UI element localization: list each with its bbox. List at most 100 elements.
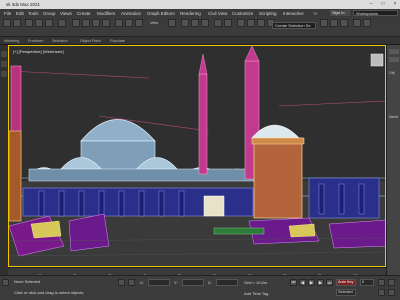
- unlink-icon[interactable]: [35, 19, 43, 27]
- prompt-line: Click or click-and-drag to select object…: [14, 290, 84, 295]
- perspective-viewport[interactable]: [+] [Perspective] [Wireframe]: [8, 45, 386, 267]
- ribbon-tab-populate[interactable]: Populate: [110, 39, 125, 43]
- menu-file[interactable]: File: [4, 11, 11, 16]
- ribbon-tab-object-paint[interactable]: Object Paint: [80, 39, 101, 43]
- selection-lock-icon[interactable]: [128, 279, 135, 286]
- maxscript-listener-icon[interactable]: [2, 279, 9, 286]
- menu-animation[interactable]: Animation: [121, 11, 141, 16]
- pivot-center-icon[interactable]: [168, 19, 176, 27]
- curve-editor-icon[interactable]: [247, 19, 255, 27]
- zoom-icon[interactable]: [378, 279, 385, 286]
- y-coordinate-label: Y:: [174, 280, 178, 285]
- menu-rendering[interactable]: Rendering: [180, 11, 201, 16]
- project-folder-icon[interactable]: [363, 19, 371, 27]
- menu-interactive[interactable]: Interactive: [283, 11, 304, 16]
- hierarchy-icon[interactable]: [1, 71, 7, 77]
- play-icon[interactable]: ▶: [308, 279, 315, 286]
- menu-create[interactable]: Create: [77, 11, 91, 16]
- name-label: Name: [389, 115, 399, 119]
- y-coordinate-field[interactable]: [182, 279, 204, 286]
- bind-space-warp-icon[interactable]: [45, 19, 53, 27]
- left-tower: [9, 130, 22, 222]
- menu-civil-view[interactable]: Civil View: [208, 11, 227, 16]
- ribbon-tab-modeling[interactable]: Modeling: [4, 39, 19, 43]
- link-icon[interactable]: [25, 19, 33, 27]
- selection-filter-icon[interactable]: [58, 19, 66, 27]
- maximize-icon[interactable]: □: [378, 1, 388, 8]
- next-frame-icon[interactable]: ▶: [317, 279, 324, 286]
- pan-icon[interactable]: [378, 289, 385, 296]
- menu-tools[interactable]: Tools: [28, 11, 39, 16]
- scene-explorer-icon[interactable]: [1, 51, 7, 57]
- auto-key-button[interactable]: Auto Key: [336, 279, 356, 286]
- key-filter-dropdown[interactable]: Selected: [336, 289, 356, 296]
- status-bar: None Selected Click or click-and-drag to…: [0, 275, 400, 300]
- mirror-icon[interactable]: [214, 19, 222, 27]
- create-selection-set-dropdown[interactable]: Create Selection Se: [272, 22, 316, 29]
- menu-graph-editors[interactable]: Graph Editors: [147, 11, 175, 16]
- window-crossing-icon[interactable]: [102, 19, 110, 27]
- z-coordinate-field[interactable]: [216, 279, 238, 286]
- minimize-icon[interactable]: –: [366, 1, 376, 8]
- minaret-center: [198, 73, 208, 175]
- previous-frame-icon[interactable]: ◀: [299, 279, 306, 286]
- create-tab-icon[interactable]: [389, 49, 399, 54]
- current-frame-field[interactable]: 0: [360, 279, 374, 286]
- window-title: sk 3ds Max 2021: [6, 2, 41, 7]
- render-setup-icon[interactable]: [320, 19, 328, 27]
- snap-toggle-icon[interactable]: [181, 19, 189, 27]
- angle-snap-icon[interactable]: [191, 19, 199, 27]
- align-icon[interactable]: [224, 19, 232, 27]
- close-icon[interactable]: ×: [390, 1, 400, 8]
- menu-scripting[interactable]: Scripting: [259, 11, 277, 16]
- menu-edit[interactable]: Edit: [16, 11, 24, 16]
- sign-in-button[interactable]: Sign In: [330, 10, 350, 16]
- select-by-name-icon[interactable]: [82, 19, 90, 27]
- workspaces-dropdown[interactable]: Workspaces: [353, 9, 398, 16]
- percent-snap-icon[interactable]: [201, 19, 209, 27]
- move-icon[interactable]: [115, 19, 123, 27]
- redo-icon[interactable]: [13, 19, 21, 27]
- ribbon-tab-freeform[interactable]: Freeform: [28, 39, 43, 43]
- reference-coordinate-dropdown[interactable]: View: [150, 21, 158, 25]
- orbit-icon[interactable]: [388, 279, 395, 286]
- viewport-label[interactable]: [+] [Perspective] [Wireframe]: [13, 49, 64, 54]
- modify-tab-icon[interactable]: [389, 57, 399, 62]
- timeline[interactable]: 10 20 30 40 50 60 70 80 90 100: [8, 267, 386, 277]
- right-kiosk: [253, 137, 303, 219]
- menu-more-icon[interactable]: ≫: [313, 11, 318, 17]
- menu-modifiers[interactable]: Modifiers: [97, 11, 115, 16]
- display-filter-icon[interactable]: [1, 61, 7, 67]
- grid-size: Grid = 10,0m: [244, 280, 268, 285]
- rotate-icon[interactable]: [125, 19, 133, 27]
- selection-status: None Selected: [14, 279, 41, 284]
- layer-explorer-icon[interactable]: [237, 19, 245, 27]
- x-coordinate-field[interactable]: [148, 279, 170, 286]
- menu-customize[interactable]: Customize: [232, 11, 253, 16]
- viewcube-icon: [370, 53, 384, 67]
- rectangular-selection-icon[interactable]: [92, 19, 100, 27]
- z-coordinate-label: Z:: [208, 280, 212, 285]
- scene-wireframe: [9, 46, 385, 266]
- go-to-end-icon[interactable]: ⏭: [326, 279, 333, 286]
- menu-bar: File Edit Tools Group Views Create Modif…: [0, 9, 400, 17]
- maximize-viewport-icon[interactable]: [388, 289, 395, 296]
- isolate-selection-icon[interactable]: [118, 279, 125, 286]
- undo-icon[interactable]: [3, 19, 11, 27]
- add-time-tag-button[interactable]: Add Time Tag: [244, 291, 268, 296]
- menu-views[interactable]: Views: [60, 11, 72, 16]
- render-production-icon[interactable]: [340, 19, 348, 27]
- scale-icon[interactable]: [135, 19, 143, 27]
- go-to-start-icon[interactable]: ⏮: [290, 279, 297, 286]
- main-toolbar: View Create Selection Se: [0, 17, 400, 37]
- open-folder-icon[interactable]: [353, 19, 361, 27]
- left-toolbar: [0, 45, 8, 275]
- ribbon-tab-selection[interactable]: Selection: [52, 39, 68, 43]
- command-panel: Obj Name: [386, 45, 400, 275]
- ribbon: Modeling Freeform Selection Object Paint…: [0, 37, 400, 45]
- rendered-frame-window-icon[interactable]: [330, 19, 338, 27]
- menu-group[interactable]: Group: [43, 11, 56, 16]
- schematic-view-icon[interactable]: [257, 19, 265, 27]
- object-type-label: Obj: [389, 71, 395, 75]
- select-object-icon[interactable]: [72, 19, 80, 27]
